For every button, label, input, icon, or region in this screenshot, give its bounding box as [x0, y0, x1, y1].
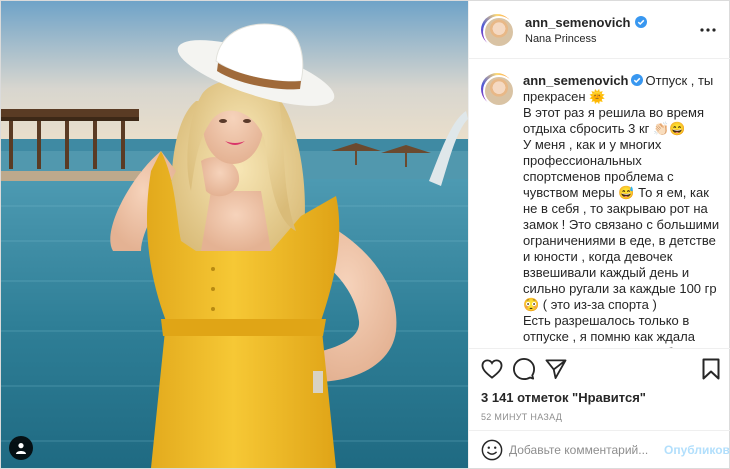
author-row: ann_semenovich: [525, 15, 696, 30]
ellipsis-icon: [700, 27, 716, 32]
caption-username[interactable]: ann_semenovich: [523, 73, 629, 88]
bookmark-icon: [702, 358, 720, 379]
photo-woman-yellow-dress-by-pool: [1, 1, 468, 468]
verified-badge-icon: [630, 74, 643, 86]
author-avatar[interactable]: [481, 13, 515, 48]
caption-avatar[interactable]: [481, 73, 515, 107]
comment-bubble-icon: [513, 357, 535, 380]
likes-count[interactable]: 3 141 отметок "Нравится": [469, 388, 730, 408]
emoji-button[interactable]: [481, 438, 503, 462]
post-side-panel: ann_semenovich Nana Princess ann_semenov…: [468, 1, 730, 468]
comment-input[interactable]: [509, 442, 664, 457]
post-timestamp[interactable]: 52 минут назад: [469, 408, 730, 430]
action-bar: [469, 348, 730, 388]
post-header: ann_semenovich Nana Princess: [469, 1, 730, 59]
publish-comment-button[interactable]: Опубликовать: [664, 443, 730, 457]
post-dialog: ann_semenovich Nana Princess ann_semenov…: [0, 0, 730, 469]
post-photo[interactable]: [1, 1, 468, 468]
add-comment-bar: Опубликовать: [469, 430, 730, 468]
author-info: ann_semenovich Nana Princess: [525, 15, 696, 45]
paper-plane-icon: [545, 358, 567, 379]
tagged-users-button[interactable]: [9, 436, 33, 460]
author-username[interactable]: ann_semenovich: [525, 15, 631, 30]
more-options-icon[interactable]: [696, 18, 720, 42]
caption: ann_semenovich Отпуск , ты прекрасен 🌞 В …: [481, 73, 720, 348]
verified-badge-icon: [634, 16, 647, 28]
like-button[interactable]: [481, 353, 513, 385]
comments-area[interactable]: ann_semenovich Отпуск , ты прекрасен 🌞 В …: [469, 59, 730, 348]
user-tag-icon: [16, 443, 26, 454]
save-button[interactable]: [688, 353, 720, 385]
post-location[interactable]: Nana Princess: [525, 33, 696, 45]
smiley-icon: [481, 439, 503, 460]
share-button[interactable]: [545, 353, 577, 385]
caption-body: ann_semenovich Отпуск , ты прекрасен 🌞 В …: [523, 73, 720, 348]
heart-icon: [481, 358, 503, 379]
comment-button[interactable]: [513, 353, 545, 385]
caption-text: Отпуск , ты прекрасен 🌞 В этот раз я реш…: [523, 73, 720, 348]
